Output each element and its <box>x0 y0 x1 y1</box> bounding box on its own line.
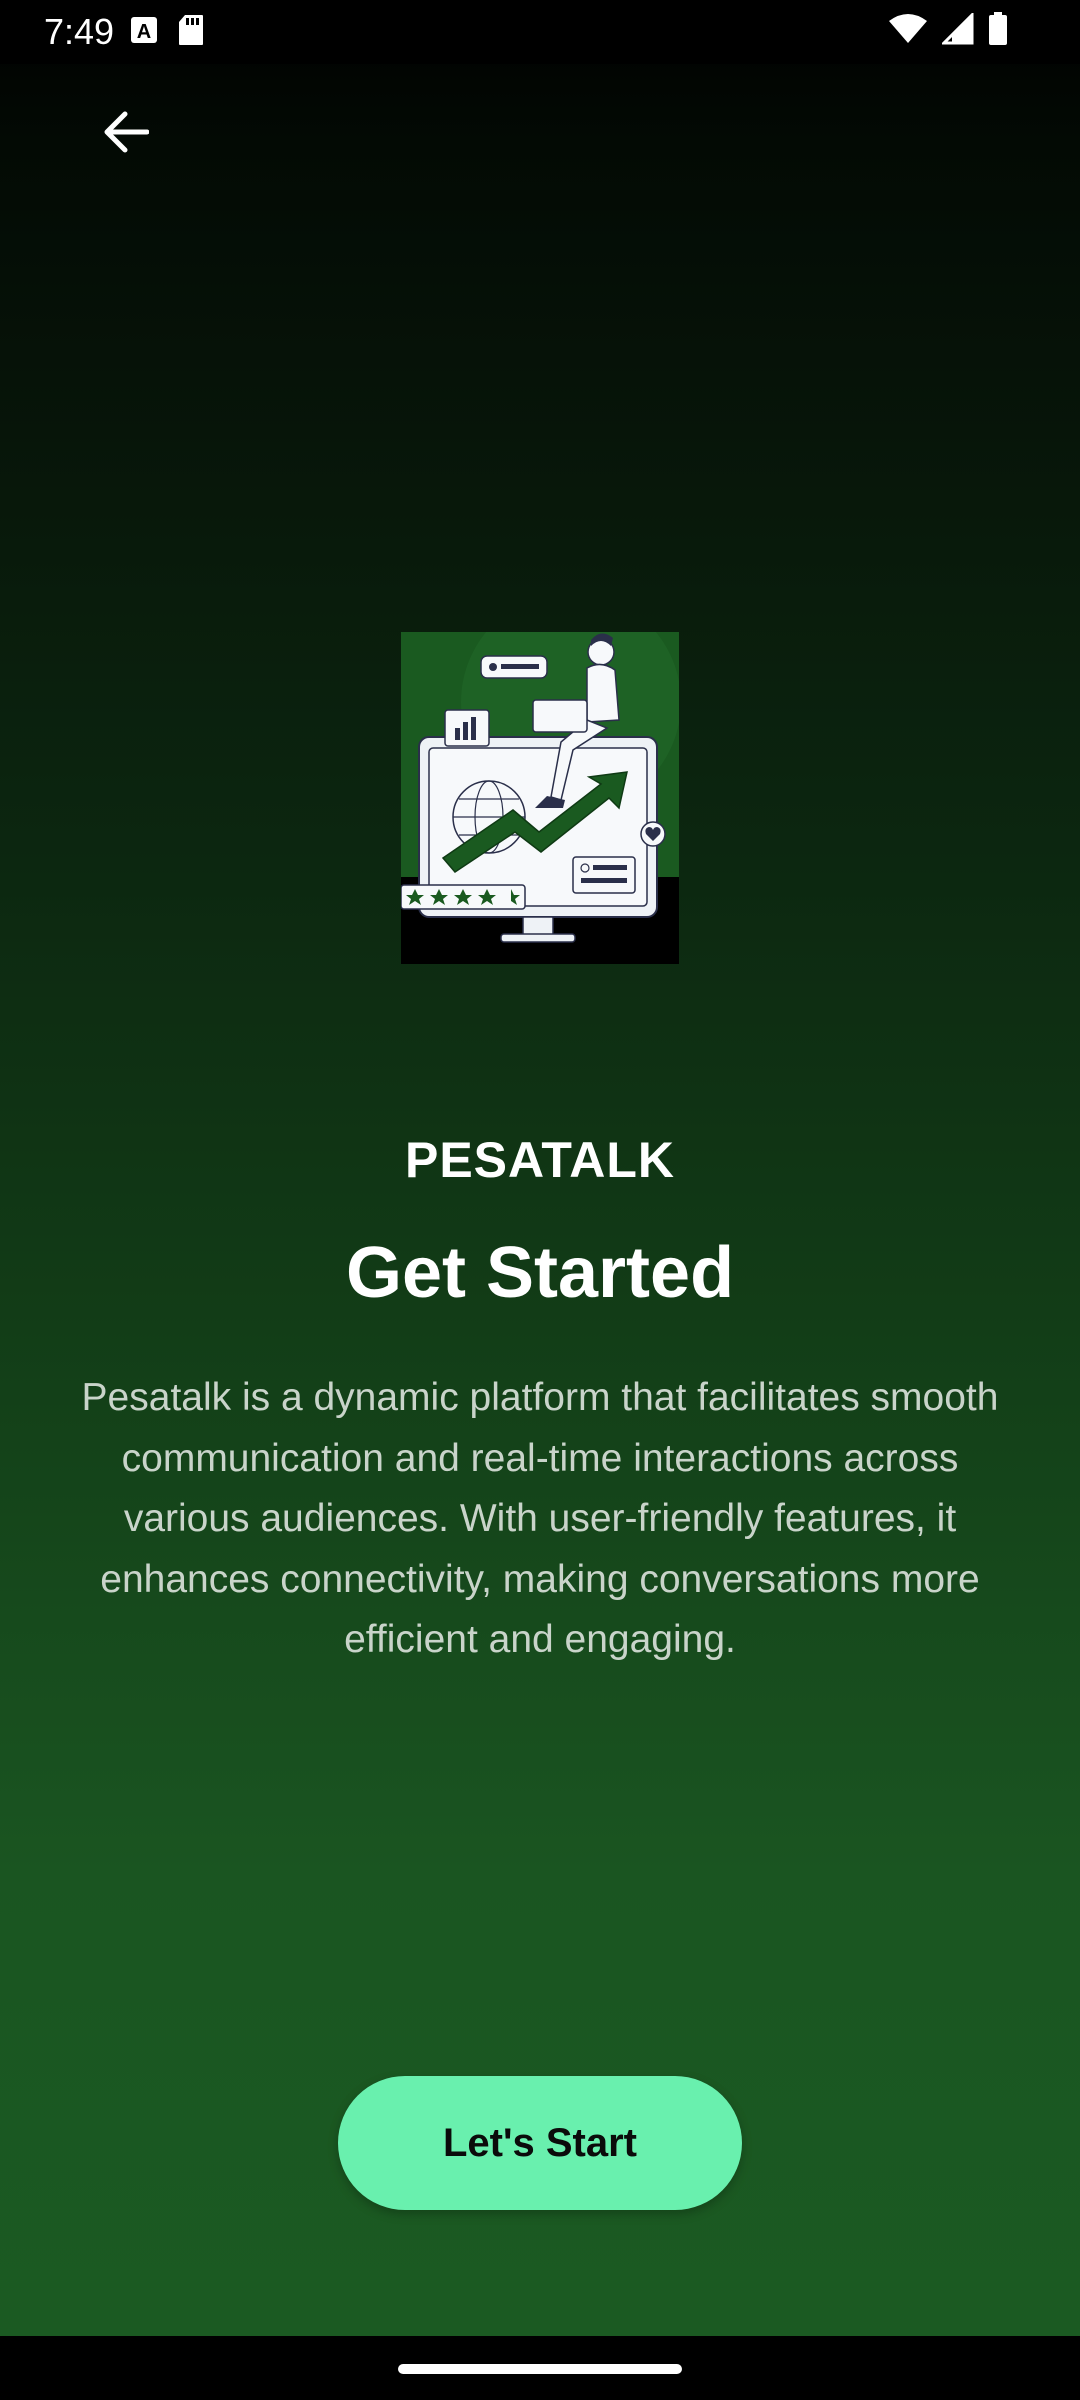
home-indicator[interactable] <box>398 2364 682 2374</box>
system-navigation-bar <box>0 2336 1080 2400</box>
status-time: 7:49 <box>44 11 115 52</box>
description-text: Pesatalk is a dynamic platform that faci… <box>81 1376 999 1661</box>
status-system-icons <box>888 11 1008 51</box>
battery-icon <box>988 12 1008 51</box>
svg-text:A: A <box>137 21 151 43</box>
sd-card-icon <box>178 14 204 51</box>
growth-analytics-illustration <box>400 592 681 964</box>
status-notification-icons: A <box>130 14 204 51</box>
get-started-screen: 7:49 A PESATALK Get Started Pesatalk is … <box>0 0 1080 2400</box>
lets-start-button[interactable]: Let's Start <box>338 2076 742 2210</box>
back-button[interactable] <box>90 96 162 168</box>
page-title: Get Started <box>345 1233 735 1313</box>
status-bar: 7:49 A <box>0 0 1080 64</box>
brand-name: PESATALK <box>404 1132 676 1188</box>
a-notification-icon: A <box>130 15 158 50</box>
signal-icon <box>940 11 974 50</box>
wifi-icon <box>888 13 928 50</box>
arrow-left-icon <box>104 111 149 153</box>
